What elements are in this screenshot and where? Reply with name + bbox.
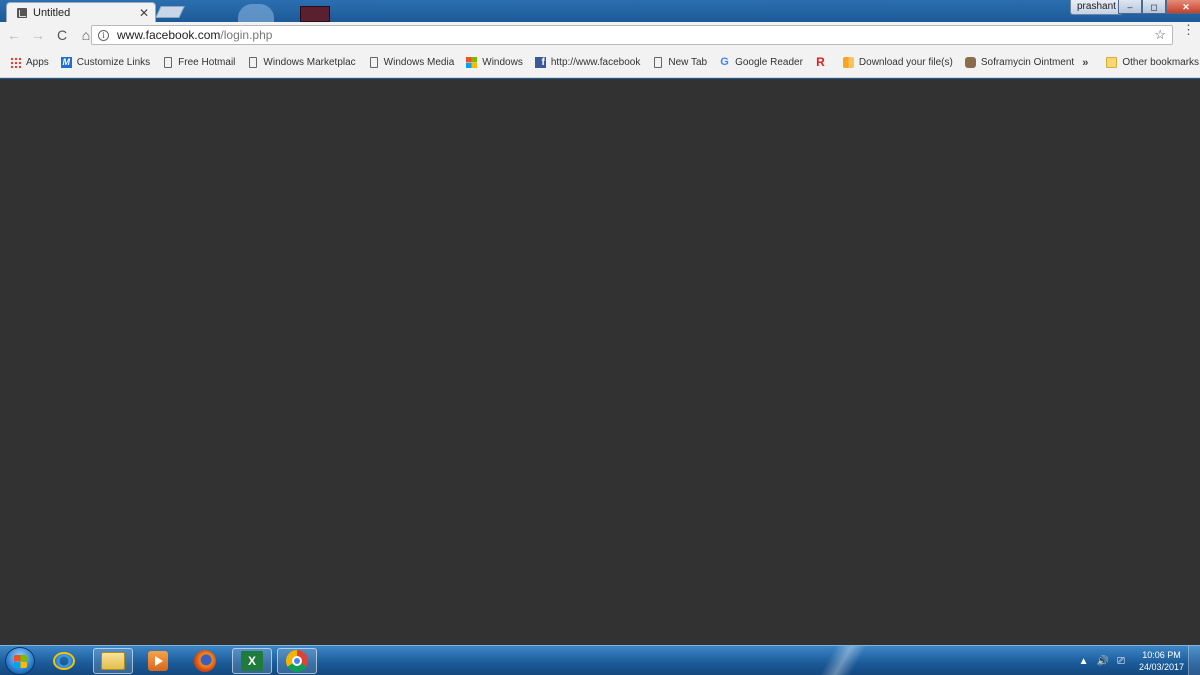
bookmark-label: Windows Media (383, 57, 455, 68)
taskbar-media-player[interactable] (138, 648, 178, 674)
volume-icon[interactable]: 🔊 (1097, 656, 1109, 667)
tab-close-icon[interactable]: ✕ (139, 7, 149, 19)
apps-grid-icon (10, 57, 21, 68)
info-icon[interactable]: i (98, 29, 109, 41)
bookmark-label: Other bookmarks (1122, 57, 1200, 68)
bookmark-windows[interactable]: Windows (462, 52, 527, 74)
taskbar-excel[interactable]: X (232, 648, 272, 674)
restore-button[interactable]: ◻ (1142, 0, 1166, 14)
taskbar-firefox[interactable] (185, 648, 225, 674)
show-hidden-icons-icon[interactable]: ▲ (1079, 656, 1089, 667)
url-host: www.facebook.com (117, 28, 221, 42)
bookmark-label: Customize Links (76, 57, 151, 68)
back-button[interactable]: ← (4, 25, 24, 45)
tab-title: Untitled (33, 6, 71, 19)
excel-icon: X (241, 651, 263, 671)
chrome-icon (286, 650, 308, 672)
clock[interactable]: 10:06 PM 24/03/2017 (1139, 649, 1184, 673)
new-tab-button[interactable] (155, 6, 185, 18)
tab-untitled[interactable]: Untitled ✕ (6, 2, 156, 22)
title-bar: Untitled ✕ prashant – ◻ ✕ (0, 0, 1200, 22)
folder-icon (101, 652, 125, 670)
address-bar[interactable]: i www.facebook.com/login.php ☆ (91, 25, 1173, 45)
m-logo-icon: M (60, 57, 72, 68)
bookmark-windows-marketplace[interactable]: Windows Marketplac (243, 52, 359, 74)
bookmark-label: New Tab (668, 57, 708, 68)
bookmark-download-files[interactable]: Download your file(s) (839, 52, 957, 74)
bookmark-new-tab[interactable]: New Tab (648, 52, 711, 74)
forward-button[interactable]: → (28, 25, 48, 45)
bookmark-label: Windows (482, 57, 523, 68)
minimize-button[interactable]: – (1118, 0, 1142, 14)
bookmark-soframycin[interactable]: Soframycin Ointment (961, 52, 1078, 74)
system-tray: ▲ 🔊 ⎚ 10:06 PM 24/03/2017 (1079, 646, 1200, 675)
page-icon (369, 57, 378, 68)
taskbar: X ▲ 🔊 ⎚ 10:06 PM 24/03/2017 (0, 645, 1200, 675)
clock-date: 24/03/2017 (1138, 662, 1184, 672)
bookmark-facebook[interactable]: f http://www.facebook (531, 52, 645, 74)
bookmark-windows-media[interactable]: Windows Media (364, 52, 459, 74)
medicine-icon (964, 57, 976, 68)
bookmarks-bar: Apps M Customize Links Free Hotmail Wind… (0, 48, 1200, 78)
windows-logo-icon (14, 655, 27, 668)
page-content (0, 79, 1200, 645)
start-button[interactable] (5, 647, 35, 675)
bookmark-label: Download your file(s) (858, 57, 953, 68)
reload-button[interactable]: C (52, 25, 72, 45)
bookmark-label: Google Reader (735, 57, 803, 68)
other-bookmarks-folder[interactable]: Other bookmarks (1102, 52, 1200, 74)
taskbar-chrome[interactable] (277, 648, 317, 674)
browser-toolbar: ← → C ⌂ i www.facebook.com/login.php ☆ ⋮ (0, 22, 1200, 48)
taskbar-gloss (780, 646, 900, 675)
download-icon (842, 57, 854, 68)
bookmark-label: Windows Marketplac (263, 57, 356, 68)
bookmark-label: Soframycin Ointment (980, 57, 1075, 68)
windows-logo-icon (466, 57, 478, 68)
star-icon[interactable]: ☆ (1154, 27, 1166, 43)
bookmark-label: Free Hotmail (178, 57, 236, 68)
red-r-icon: R (816, 55, 825, 69)
taskbar-internet-explorer[interactable] (44, 648, 84, 674)
close-button[interactable]: ✕ (1166, 0, 1200, 14)
clock-time: 10:06 PM (1142, 650, 1181, 660)
bookmark-label: Apps (26, 57, 49, 68)
bookmark-label: http://www.facebook (550, 57, 641, 68)
folder-icon (1106, 57, 1118, 68)
desktop-background-window (300, 6, 330, 22)
url-path: /login.php (220, 28, 273, 42)
bookmark-free-hotmail[interactable]: Free Hotmail (158, 52, 239, 74)
bookmark-google-reader[interactable]: G Google Reader (715, 52, 807, 74)
bookmark-customize-links[interactable]: M Customize Links (57, 52, 154, 74)
profile-button[interactable]: prashant (1070, 0, 1123, 15)
desktop-background (238, 4, 274, 22)
firefox-icon (194, 650, 216, 672)
bookmark-red-r[interactable]: R (811, 52, 835, 74)
show-desktop-button[interactable] (1188, 646, 1200, 675)
bookmarks-overflow-button[interactable]: » (1082, 57, 1088, 69)
menu-icon[interactable]: ⋮ (1182, 23, 1195, 36)
ie-icon (53, 652, 75, 670)
page-favicon-icon (17, 7, 27, 18)
page-icon (654, 57, 663, 68)
window-controls: – ◻ ✕ (1118, 0, 1200, 14)
network-icon[interactable]: ⎚ (1117, 656, 1125, 667)
page-icon (249, 57, 258, 68)
page-icon (164, 57, 173, 68)
media-play-icon (148, 651, 168, 671)
facebook-icon: f (534, 57, 546, 68)
taskbar-windows-explorer[interactable] (93, 648, 133, 674)
google-icon: G (720, 56, 729, 68)
bookmark-apps[interactable]: Apps (6, 52, 53, 74)
